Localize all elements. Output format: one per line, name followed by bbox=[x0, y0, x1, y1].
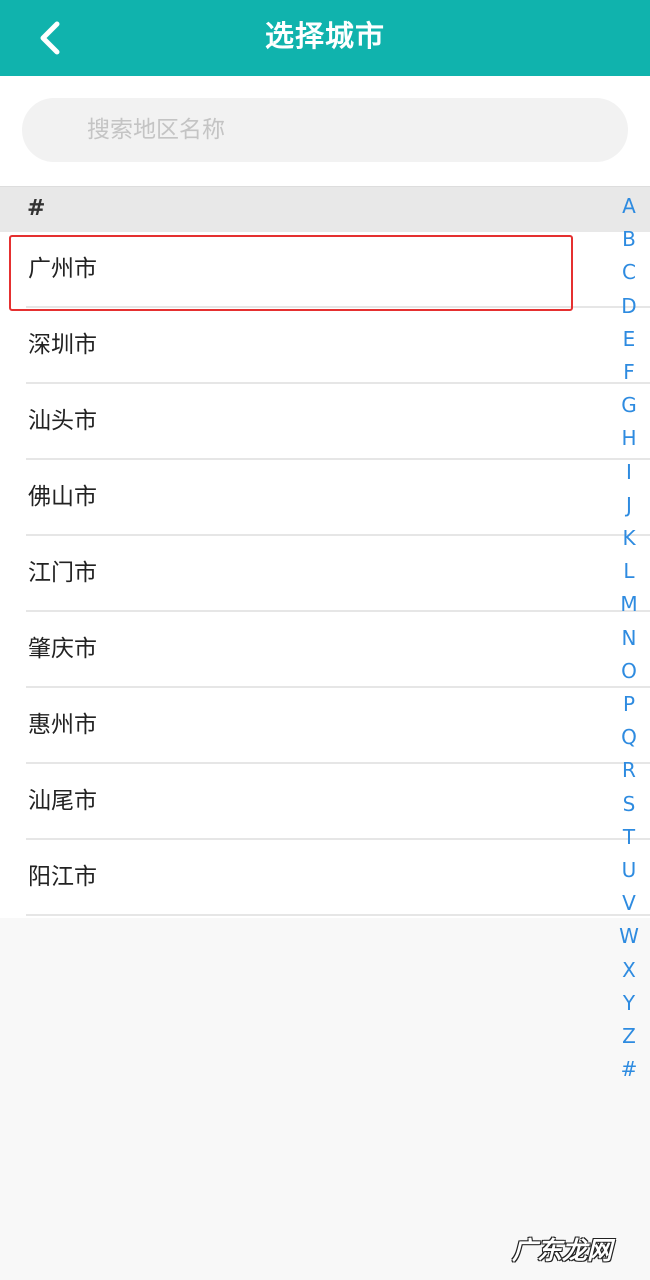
city-item-yangjiang[interactable]: 阳江市 bbox=[0, 840, 650, 916]
index-letter-l[interactable]: L bbox=[610, 555, 648, 587]
index-letter-o[interactable]: O bbox=[610, 655, 648, 687]
index-letter-hash[interactable]: # bbox=[610, 1053, 648, 1085]
city-item-guangzhou[interactable]: 广州市 bbox=[0, 232, 650, 308]
city-item-huizhou[interactable]: 惠州市 bbox=[0, 688, 650, 764]
city-name: 惠州市 bbox=[28, 712, 97, 738]
city-item-foshan[interactable]: 佛山市 bbox=[0, 460, 650, 536]
index-letter-u[interactable]: U bbox=[610, 854, 648, 886]
index-letter-i[interactable]: I bbox=[610, 456, 648, 488]
search-input[interactable] bbox=[22, 98, 628, 162]
index-letter-q[interactable]: Q bbox=[610, 721, 648, 753]
list-divider bbox=[26, 914, 650, 916]
index-letter-k[interactable]: K bbox=[610, 522, 648, 554]
section-header: # bbox=[0, 186, 650, 232]
city-name: 肇庆市 bbox=[28, 636, 97, 662]
index-letter-a[interactable]: A bbox=[610, 190, 648, 222]
index-letter-p[interactable]: P bbox=[610, 688, 648, 720]
index-letter-s[interactable]: S bbox=[610, 788, 648, 820]
city-name: 江门市 bbox=[28, 560, 97, 586]
city-name: 深圳市 bbox=[28, 332, 97, 358]
index-letter-m[interactable]: M bbox=[610, 588, 648, 620]
index-letter-f[interactable]: F bbox=[610, 356, 648, 388]
index-letter-h[interactable]: H bbox=[610, 422, 648, 454]
watermark-logo: 广东龙网 bbox=[512, 1236, 613, 1265]
city-item-shenzhen[interactable]: 深圳市 bbox=[0, 308, 650, 384]
city-name: 汕尾市 bbox=[28, 788, 97, 814]
index-letter-z[interactable]: Z bbox=[610, 1020, 648, 1052]
index-letter-y[interactable]: Y bbox=[610, 987, 648, 1019]
index-letter-v[interactable]: V bbox=[610, 887, 648, 919]
index-letter-c[interactable]: C bbox=[610, 256, 648, 288]
index-letter-n[interactable]: N bbox=[610, 622, 648, 654]
city-name: 阳江市 bbox=[28, 864, 97, 890]
city-item-shantou[interactable]: 汕头市 bbox=[0, 384, 650, 460]
city-item-zhaoqing[interactable]: 肇庆市 bbox=[0, 612, 650, 688]
index-letter-j[interactable]: J bbox=[610, 489, 648, 521]
index-letter-b[interactable]: B bbox=[610, 223, 648, 255]
index-letter-g[interactable]: G bbox=[610, 389, 648, 421]
index-letter-w[interactable]: W bbox=[610, 920, 648, 952]
index-letter-e[interactable]: E bbox=[610, 323, 648, 355]
alphabet-index-bar[interactable]: A B C D E F G H I J K L M N O P Q R S T U V W X Y Z # bbox=[610, 190, 648, 1086]
index-letter-x[interactable]: X bbox=[610, 954, 648, 986]
page-title: 选择城市 bbox=[264, 19, 385, 53]
city-list: 广州市 深圳市 汕头市 佛山市 江门市 肇庆市 惠州市 汕尾市 阳江市 bbox=[0, 232, 650, 918]
city-item-shanwei[interactable]: 汕尾市 bbox=[0, 764, 650, 840]
index-letter-r[interactable]: R bbox=[610, 754, 648, 786]
index-letter-t[interactable]: T bbox=[610, 821, 648, 853]
search-bar bbox=[0, 76, 650, 186]
index-letter-d[interactable]: D bbox=[610, 290, 648, 322]
city-name: 佛山市 bbox=[28, 484, 97, 510]
app-header: 选择城市 bbox=[0, 0, 650, 76]
city-name: 汕头市 bbox=[28, 408, 97, 434]
city-name: 广州市 bbox=[28, 256, 97, 282]
section-label: # bbox=[27, 196, 46, 221]
city-item-jiangmen[interactable]: 江门市 bbox=[0, 536, 650, 612]
